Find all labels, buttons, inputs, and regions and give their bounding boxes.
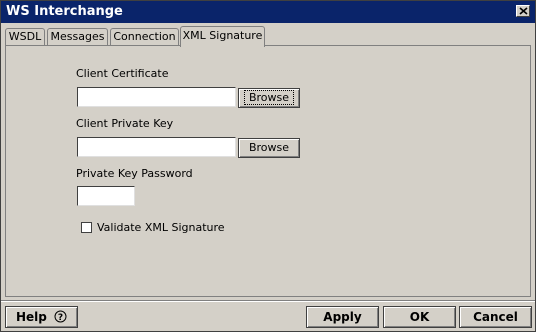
tab-wsdl[interactable]: WSDL <box>5 28 45 45</box>
private-key-password-label: Private Key Password <box>76 167 193 180</box>
tab-messages[interactable]: Messages <box>47 28 108 45</box>
cancel-button[interactable]: Cancel <box>459 306 532 328</box>
tab-xml-signature[interactable]: XML Signature <box>180 26 265 47</box>
dialog-window: WS Interchange WSDL Messages Connection … <box>0 0 536 332</box>
apply-button[interactable]: Apply <box>306 306 379 328</box>
client-private-key-field[interactable] <box>77 137 236 157</box>
client-certificate-label: Client Certificate <box>76 67 169 80</box>
title-bar[interactable]: WS Interchange <box>1 1 535 23</box>
validate-xml-signature-checkbox[interactable] <box>81 222 92 233</box>
client-certificate-field[interactable] <box>77 87 236 107</box>
window-title: WS Interchange <box>6 4 123 19</box>
close-icon <box>519 7 528 15</box>
private-key-password-field[interactable] <box>77 186 135 206</box>
ok-button[interactable]: OK <box>383 306 456 328</box>
tab-panel: Client Certificate Browse Client Private… <box>5 45 531 297</box>
browse-certificate-button[interactable]: Browse <box>238 88 300 108</box>
question-circle-icon: ? <box>54 310 67 323</box>
help-button[interactable]: Help ? <box>5 306 78 328</box>
help-label: Help <box>15 310 47 324</box>
validate-xml-signature-label[interactable]: Validate XML Signature <box>97 221 225 234</box>
client-private-key-label: Client Private Key <box>76 117 174 130</box>
tab-connection[interactable]: Connection <box>110 28 179 45</box>
svg-text:?: ? <box>58 313 63 323</box>
browse-private-key-button[interactable]: Browse <box>238 138 300 158</box>
close-button[interactable] <box>516 5 530 17</box>
footer-separator <box>1 300 535 302</box>
